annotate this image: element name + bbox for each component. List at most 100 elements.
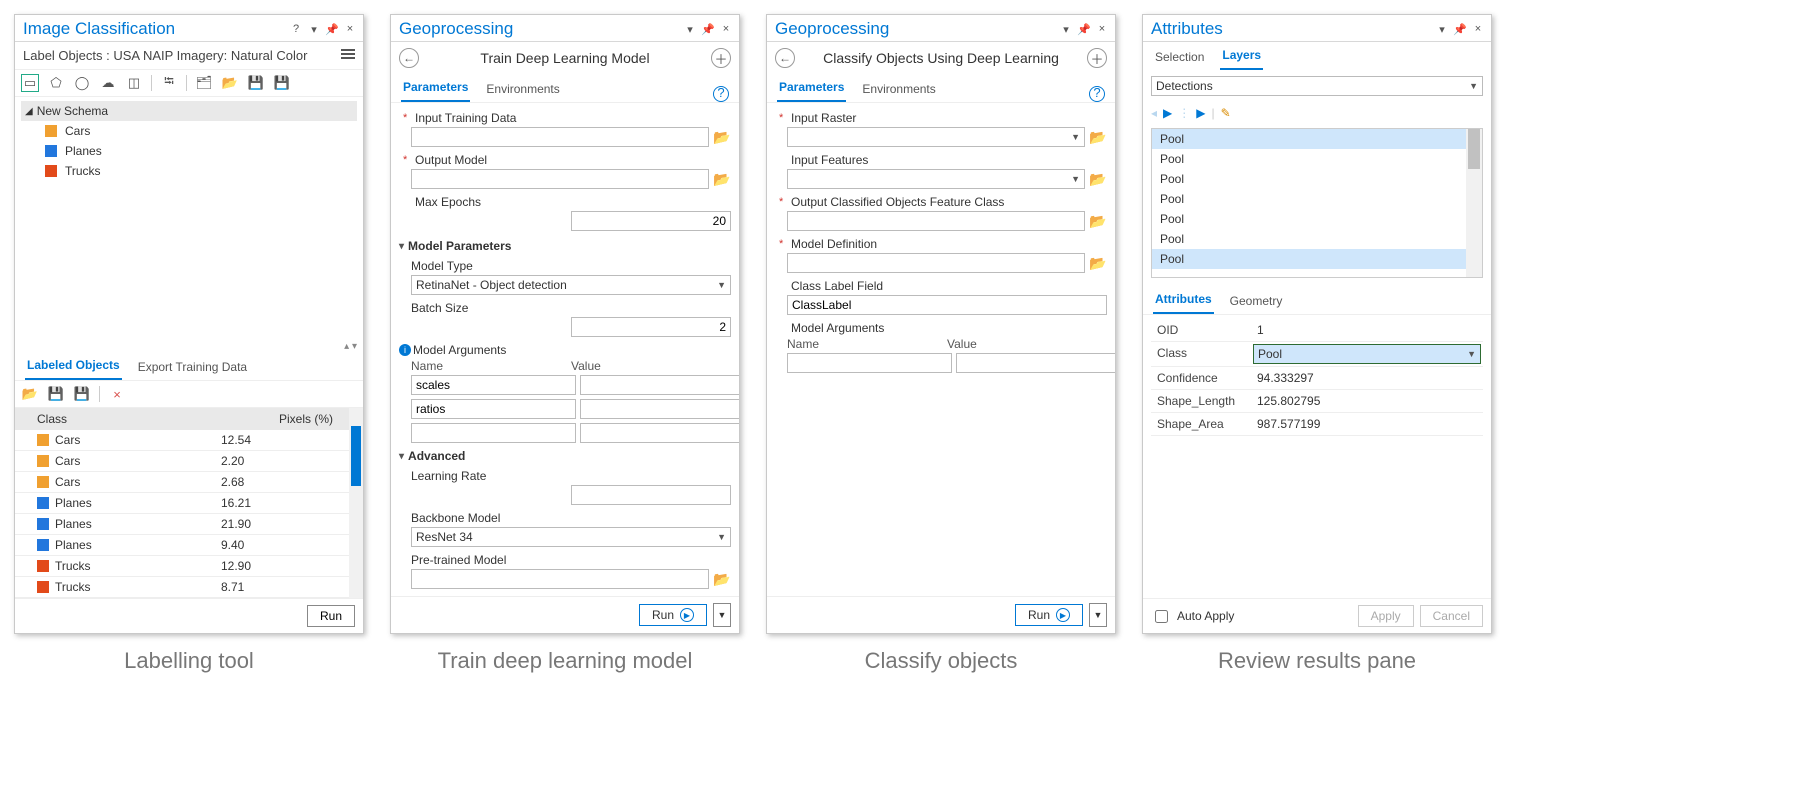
run-dropdown-icon[interactable]: ▼ — [713, 603, 731, 627]
auto-apply-checkbox[interactable] — [1155, 610, 1168, 623]
tab-geometry[interactable]: Geometry — [1228, 290, 1285, 314]
section-model-parameters[interactable]: ▾Model Parameters — [399, 235, 731, 257]
section-advanced[interactable]: ▾Advanced — [399, 445, 731, 467]
help-icon[interactable]: ? — [289, 23, 303, 36]
polygon-tool-icon[interactable]: ⬠ — [47, 74, 65, 92]
table-row[interactable]: Planes16.21 — [15, 493, 349, 514]
table-row[interactable]: Planes21.90 — [15, 514, 349, 535]
output-class-field[interactable] — [787, 211, 1085, 231]
class-cars[interactable]: Cars — [21, 121, 357, 141]
run-button[interactable]: Run — [307, 605, 355, 627]
close-icon[interactable]: × — [1095, 23, 1109, 36]
tab-parameters[interactable]: Parameters — [777, 76, 846, 102]
browse-icon[interactable]: 📂 — [1089, 128, 1107, 146]
list-item[interactable]: Pool — [1152, 249, 1466, 269]
run-button[interactable]: Run▶ — [639, 604, 707, 626]
options-icon[interactable] — [341, 49, 355, 63]
schema-tool-icon[interactable]: 🗂 — [195, 74, 213, 92]
back-icon[interactable]: ← — [775, 48, 795, 68]
tab-selection[interactable]: Selection — [1153, 46, 1206, 70]
list-item[interactable]: Pool — [1152, 129, 1466, 149]
class-trucks[interactable]: Trucks — [21, 161, 357, 181]
pin-icon[interactable]: 📌 — [1453, 23, 1467, 36]
folder-icon[interactable]: 📂 — [21, 385, 39, 403]
arg-name-2[interactable] — [411, 399, 576, 419]
select-tool-icon[interactable]: ⭾ — [160, 74, 178, 92]
menu-icon[interactable]: ▾ — [307, 23, 321, 36]
input-raster-combo[interactable]: ▼ — [787, 127, 1085, 147]
save-labels-icon[interactable]: 💾 — [47, 385, 65, 403]
arg-value-3[interactable] — [580, 423, 739, 443]
table-row[interactable]: Cars2.68 — [15, 472, 349, 493]
next-icon[interactable]: ▶ — [1196, 106, 1205, 120]
arg-name-3[interactable] — [411, 423, 576, 443]
add-icon[interactable]: ＋ — [1087, 48, 1107, 68]
browse-icon[interactable]: 📂 — [1089, 254, 1107, 272]
batch-size-field[interactable] — [571, 317, 731, 337]
save-icon[interactable]: 💾 — [247, 74, 265, 92]
tab-layers[interactable]: Layers — [1220, 44, 1263, 70]
close-icon[interactable]: × — [1471, 23, 1485, 36]
max-epochs-field[interactable] — [571, 211, 731, 231]
tab-environments[interactable]: Environments — [484, 78, 561, 102]
open-folder-icon[interactable]: 📂 — [221, 74, 239, 92]
arg-name-1[interactable] — [411, 375, 576, 395]
table-row[interactable]: Trucks12.90 — [15, 556, 349, 577]
browse-icon[interactable]: 📂 — [713, 570, 731, 588]
input-features-combo[interactable]: ▼ — [787, 169, 1085, 189]
help-icon[interactable]: ? — [1089, 86, 1105, 102]
edit-icon[interactable]: ✎ — [1221, 106, 1231, 120]
browse-icon[interactable]: 📂 — [1089, 212, 1107, 230]
close-icon[interactable]: × — [719, 23, 733, 36]
circle-tool-icon[interactable]: ◯ — [73, 74, 91, 92]
list-item[interactable]: Pool — [1152, 209, 1466, 229]
run-dropdown-icon[interactable]: ▼ — [1089, 603, 1107, 627]
list-item[interactable]: Pool — [1152, 149, 1466, 169]
scrollbar[interactable] — [1466, 129, 1482, 277]
save-labels-as-icon[interactable]: 💾 — [73, 385, 91, 403]
apply-button[interactable]: Apply — [1358, 605, 1414, 627]
table-row[interactable]: Planes9.40 — [15, 535, 349, 556]
menu-icon[interactable]: ▾ — [683, 23, 697, 36]
menu-icon[interactable]: ▾ — [1435, 23, 1449, 36]
scrollbar-thumb[interactable] — [351, 426, 361, 486]
tab-export-training[interactable]: Export Training Data — [136, 356, 249, 380]
save-as-icon[interactable]: 💾 — [273, 74, 291, 92]
back-icon[interactable]: ← — [399, 48, 419, 68]
class-planes[interactable]: Planes — [21, 141, 357, 161]
close-icon[interactable]: × — [343, 23, 357, 36]
field-class-combo[interactable]: Pool▼ — [1253, 344, 1481, 364]
arg-value-2[interactable] — [580, 399, 739, 419]
table-row[interactable]: Cars12.54 — [15, 430, 349, 451]
col-pixels[interactable]: Pixels (%) — [215, 408, 349, 430]
scrollbar-thumb[interactable] — [1468, 129, 1480, 169]
rectangle-tool-icon[interactable]: ▭ — [21, 74, 39, 92]
backbone-combo[interactable]: ResNet 34▼ — [411, 527, 731, 547]
list-item[interactable]: Pool — [1152, 169, 1466, 189]
arg-name-1[interactable] — [787, 353, 952, 373]
cancel-button[interactable]: Cancel — [1420, 605, 1483, 627]
play-icon[interactable]: ▶ — [1163, 106, 1172, 120]
pretrained-field[interactable] — [411, 569, 709, 589]
model-def-field[interactable] — [787, 253, 1085, 273]
learning-rate-field[interactable] — [571, 485, 731, 505]
table-row[interactable]: Trucks8.71 — [15, 577, 349, 598]
browse-icon[interactable]: 📂 — [713, 128, 731, 146]
schema-header[interactable]: ◢New Schema — [21, 101, 357, 121]
tab-labeled-objects[interactable]: Labeled Objects — [25, 354, 122, 380]
class-label-field[interactable] — [787, 295, 1107, 315]
browse-icon[interactable]: 📂 — [713, 170, 731, 188]
browse-icon[interactable]: 📂 — [1089, 170, 1107, 188]
tab-attributes[interactable]: Attributes — [1153, 288, 1214, 314]
pin-icon[interactable]: 📌 — [701, 23, 715, 36]
arg-value-1[interactable] — [580, 375, 739, 395]
add-icon[interactable]: ＋ — [711, 48, 731, 68]
help-icon[interactable]: ? — [713, 86, 729, 102]
tab-environments[interactable]: Environments — [860, 78, 937, 102]
menu-icon[interactable]: ▾ — [1059, 23, 1073, 36]
pin-icon[interactable]: 📌 — [325, 23, 339, 36]
tab-parameters[interactable]: Parameters — [401, 76, 470, 102]
info-icon[interactable]: i — [399, 344, 411, 356]
segment-tool-icon[interactable]: ◫ — [125, 74, 143, 92]
table-row[interactable]: Cars2.20 — [15, 451, 349, 472]
